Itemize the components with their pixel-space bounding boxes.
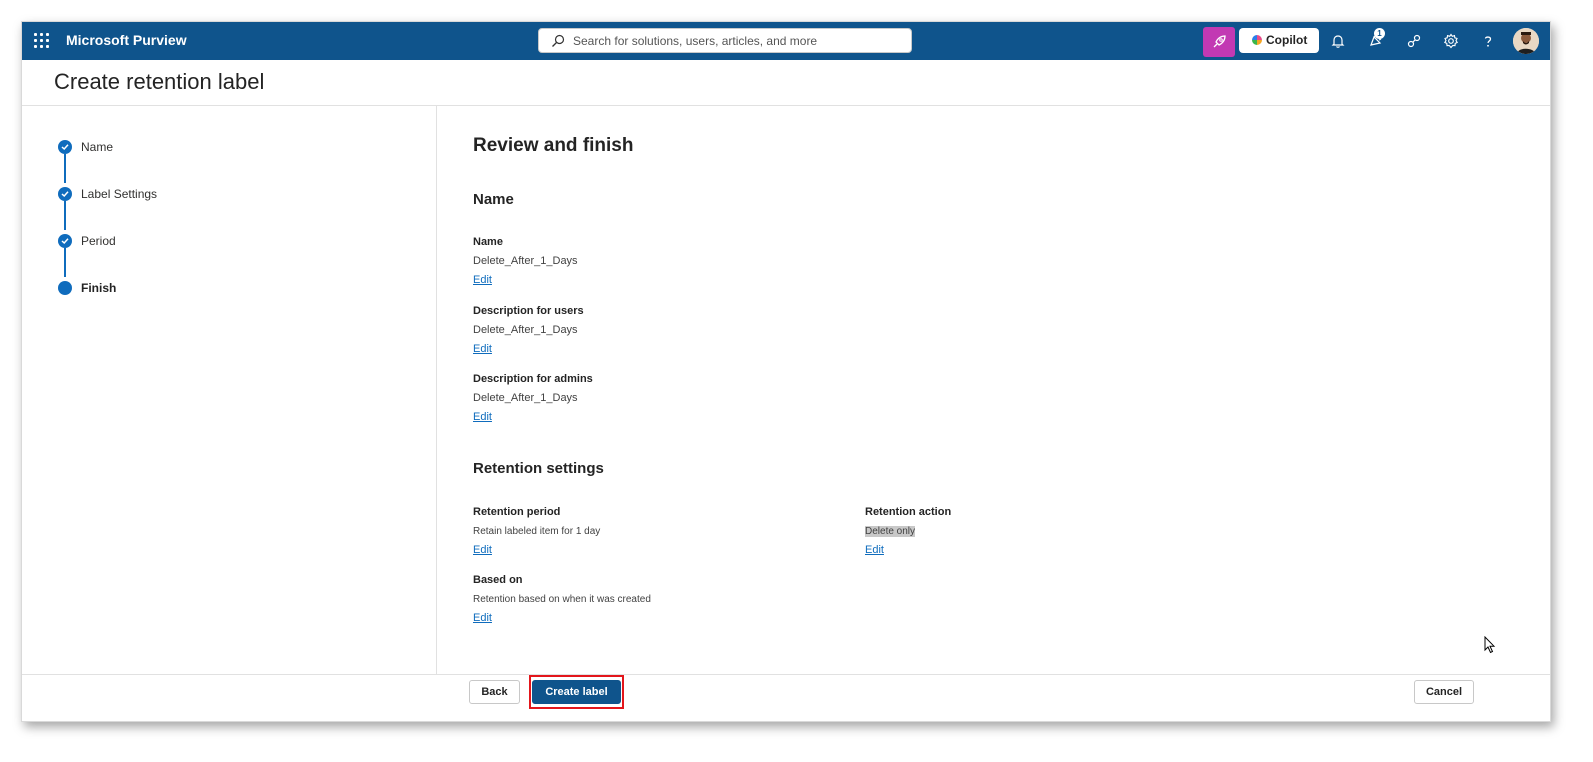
purview-window: Microsoft Purview Copilot 1	[21, 21, 1551, 722]
page-title: Create retention label	[54, 69, 265, 94]
step-current-icon	[58, 281, 72, 295]
search-icon	[552, 34, 565, 47]
name-field-label: Name	[473, 236, 503, 248]
step-label: Finish	[81, 281, 117, 295]
copilot-agent-button[interactable]	[1203, 27, 1235, 57]
gear-icon[interactable]	[1442, 32, 1460, 50]
retention-period-label: Retention period	[473, 506, 561, 518]
edit-desc-users-link[interactable]: Edit	[473, 343, 492, 355]
step-connector	[64, 201, 66, 230]
notification-badge: 1	[1374, 28, 1385, 39]
top-bar: Microsoft Purview Copilot 1	[22, 22, 1550, 60]
copilot-icon	[1252, 35, 1262, 45]
search-box[interactable]	[538, 28, 912, 53]
app-launcher-icon[interactable]	[34, 33, 50, 49]
edit-retention-period-link[interactable]: Edit	[473, 544, 492, 556]
rocket-icon	[1213, 35, 1226, 48]
desc-users-value: Delete_After_1_Days	[473, 324, 578, 336]
help-icon[interactable]	[1479, 32, 1497, 50]
step-connector	[64, 248, 66, 277]
user-photo-icon	[1513, 28, 1539, 54]
step-complete-icon	[58, 234, 72, 248]
step-label: Label Settings	[81, 187, 158, 201]
edit-based-on-link[interactable]: Edit	[473, 612, 492, 624]
search-input[interactable]	[573, 32, 893, 50]
desc-admins-label: Description for admins	[473, 373, 593, 385]
copilot-button[interactable]: Copilot	[1239, 28, 1319, 53]
cancel-button[interactable]: Cancel	[1414, 680, 1474, 704]
retention-period-value: Retain labeled item for 1 day	[473, 526, 601, 537]
based-on-label: Based on	[473, 574, 523, 586]
back-button[interactable]: Back	[469, 680, 520, 704]
connections-icon[interactable]	[1405, 32, 1423, 50]
desc-admins-value: Delete_After_1_Days	[473, 392, 578, 404]
retention-section-title: Retention settings	[473, 460, 604, 477]
name-section-title: Name	[473, 191, 514, 208]
edit-name-link[interactable]: Edit	[473, 274, 492, 286]
retention-action-label: Retention action	[865, 506, 952, 518]
app-name[interactable]: Microsoft Purview	[66, 32, 187, 48]
page-header: Create retention label	[22, 60, 1550, 106]
step-connector	[64, 154, 66, 183]
retention-action-value: Delete only	[865, 526, 916, 537]
step-label: Period	[81, 234, 116, 248]
desc-users-label: Description for users	[473, 305, 584, 317]
name-field-value: Delete_After_1_Days	[473, 255, 578, 267]
wizard-stepper: Name Label Settings Period Finish	[22, 105, 437, 675]
review-heading: Review and finish	[473, 135, 634, 156]
create-label-button[interactable]: Create label	[532, 680, 621, 704]
step-complete-icon	[58, 140, 72, 154]
bell-icon[interactable]	[1329, 32, 1347, 50]
avatar[interactable]	[1513, 28, 1539, 54]
edit-retention-action-link[interactable]: Edit	[865, 544, 884, 556]
copilot-label: Copilot	[1266, 33, 1308, 47]
based-on-value: Retention based on when it was created	[473, 594, 651, 605]
wizard-footer: Back Create label Cancel	[22, 674, 1550, 721]
mouse-cursor-icon	[1484, 636, 1496, 654]
edit-desc-admins-link[interactable]: Edit	[473, 411, 492, 423]
step-complete-icon	[58, 187, 72, 201]
review-panel: Review and finish Name Name Delete_After…	[436, 105, 1550, 675]
step-label: Name	[81, 140, 114, 154]
